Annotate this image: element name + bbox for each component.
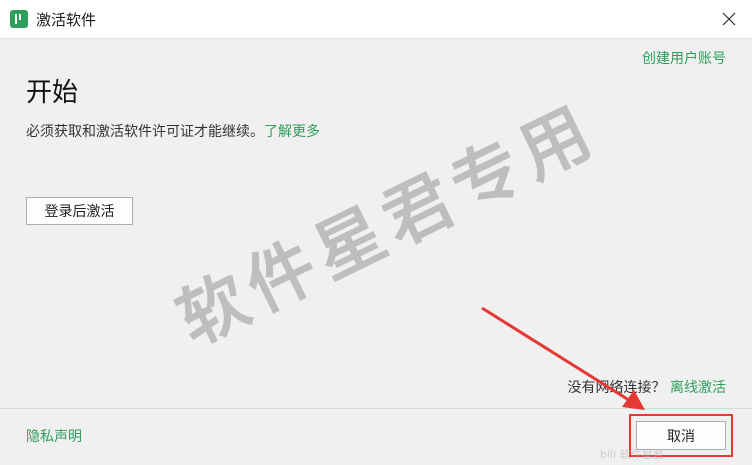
no-network-text: 没有网络连接？: [567, 380, 666, 396]
privacy-link[interactable]: 隐私声明: [26, 426, 82, 446]
no-network-row: 没有网络连接？ 离线激活: [568, 377, 726, 397]
offline-activation-link[interactable]: 离线激活: [670, 380, 726, 396]
title-bar: 激活软件: [0, 0, 752, 39]
watermark-text: 软件星君专用: [165, 90, 611, 362]
cancel-button[interactable]: 取消: [636, 421, 726, 450]
close-button[interactable]: [706, 0, 752, 38]
login-activate-button[interactable]: 登录后激活: [26, 197, 133, 225]
close-icon: [722, 12, 736, 26]
app-logo-icon: [10, 10, 28, 28]
page-heading: 开始: [26, 78, 79, 108]
footer-divider: [0, 408, 752, 409]
create-account-link[interactable]: 创建用户账号: [642, 48, 726, 68]
learn-more-link[interactable]: 了解更多: [264, 124, 320, 140]
description-text: 必须获取和激活软件许可证才能继续。: [26, 124, 264, 140]
window-title: 激活软件: [36, 11, 97, 29]
license-description: 必须获取和激活软件许可证才能继续。了解更多: [26, 121, 320, 141]
